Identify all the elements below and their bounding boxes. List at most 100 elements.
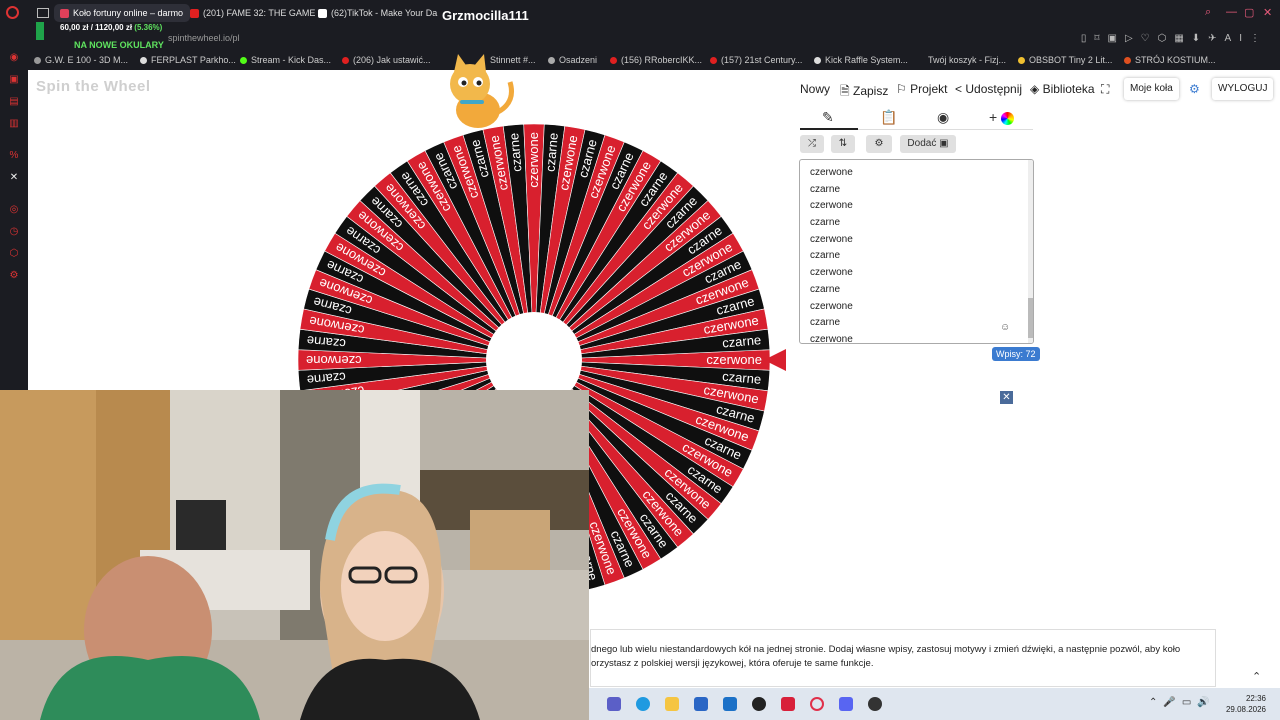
shuffle-button[interactable]: ⤮	[800, 135, 824, 153]
tab-tiktok[interactable]: (62)TikTok - Make Your Da	[312, 4, 446, 22]
sidebar-app-icon[interactable]: ⬡	[8, 248, 20, 260]
tiktok-icon	[318, 9, 327, 19]
add-theme-icon[interactable]: +	[989, 109, 1015, 125]
menu-new[interactable]: Nowy	[800, 82, 830, 96]
donation-progress-icon	[36, 22, 44, 40]
youtube-icon	[610, 57, 617, 65]
bookmark-item[interactable]: OBSBOT Tiny 2 Lit...	[1018, 55, 1112, 65]
description-line: dnego lub wielu niestandardowych kół na …	[591, 644, 1181, 655]
app-icon[interactable]	[868, 697, 882, 711]
sort-button[interactable]: ⇅	[831, 135, 855, 153]
bookmark-item[interactable]: Twój koszyk - Fizj...	[928, 55, 1006, 65]
bookmark-item[interactable]: Kick Raffle System...	[814, 55, 908, 65]
color-wheel-icon	[1001, 111, 1015, 125]
logout-button[interactable]: WYLOGUJ	[1212, 78, 1274, 100]
library-icon: ◈	[1030, 82, 1040, 96]
bookmark-item[interactable]: (156) RRobercIKK...	[610, 55, 702, 65]
webcam-image	[0, 390, 589, 720]
chevron-up-icon[interactable]: ⌃	[1252, 670, 1261, 683]
sidebar-app-icon[interactable]: ▥	[8, 118, 20, 130]
teams-icon[interactable]	[607, 697, 621, 711]
youtube-icon	[342, 57, 349, 65]
windows-taskbar: ⌃🎤▭🔊 22:36 29.08.2026	[589, 688, 1280, 720]
menu-share[interactable]: < Udostępnij	[955, 82, 1022, 96]
sidebar-app-icon[interactable]: ▤	[8, 96, 20, 108]
fullscreen-icon[interactable]: ⛶	[1101, 82, 1109, 97]
wheel-pointer-icon	[764, 349, 786, 371]
bookmark-item[interactable]: (206) Jak ustawić...	[342, 55, 431, 65]
file-explorer-icon[interactable]	[665, 697, 679, 711]
list-item: czerwone	[810, 333, 853, 344]
bookmark-item[interactable]: FERPLAST Parkho...	[140, 55, 236, 65]
avatar-icon[interactable]: ⚙	[1189, 82, 1200, 96]
list-item: czerwone	[810, 233, 853, 245]
list-item: czerwone	[810, 167, 853, 178]
opera-logo-icon[interactable]	[6, 6, 19, 19]
sidebar-app-icon[interactable]: %	[8, 150, 20, 162]
outlook-icon[interactable]	[723, 697, 737, 711]
store-icon[interactable]	[694, 697, 708, 711]
bookmark-item[interactable]: Osadzeni	[548, 55, 597, 65]
address-bar[interactable]: spinthewheel.io/pl ▯⌑▣▷♡⬡▦⬇✈AI⋮	[28, 28, 1280, 50]
edit-pencil-icon[interactable]: ✎	[822, 109, 834, 126]
bookmarks-bar: G.W. E 100 - 3D M... FERPLAST Parkho... …	[28, 50, 1280, 70]
tab-wheel[interactable]: Koło fortuny online – darmo	[54, 4, 190, 22]
bookmark-item[interactable]: G.W. E 100 - 3D M...	[34, 55, 128, 65]
menu-library[interactable]: ◈ Biblioteka	[1030, 82, 1095, 96]
url-text: spinthewheel.io/pl	[168, 33, 240, 43]
edge-icon[interactable]	[636, 697, 650, 711]
settings-icon[interactable]: ⚙	[8, 270, 20, 282]
app-logo[interactable]: Spin the Wheel	[36, 78, 151, 95]
browser-toolbar-icons[interactable]: ▯⌑▣▷♡⬡▦⬇✈AI⋮	[1081, 33, 1268, 44]
hidden-eye-icon[interactable]: ◉	[937, 109, 949, 126]
sidebar-app-icon[interactable]: ◉	[8, 52, 20, 64]
app-icon[interactable]	[781, 697, 795, 711]
tab-fame[interactable]: (201) FAME 32: THE GAME	[184, 4, 318, 22]
tab-list-icon[interactable]	[37, 8, 49, 18]
my-wheels-button[interactable]: Moje koła	[1124, 78, 1179, 100]
close-window-icon[interactable]: ✕	[1263, 6, 1272, 19]
list-item: czerwone	[810, 200, 853, 212]
minimize-icon[interactable]: —	[1226, 6, 1237, 18]
obs-icon[interactable]	[752, 697, 766, 711]
sidebar-app-icon[interactable]: ▣	[8, 74, 20, 86]
system-tray-icons[interactable]: ⌃🎤▭🔊	[1149, 697, 1216, 708]
gear-icon: ⚙	[874, 138, 884, 149]
close-icon[interactable]: ✕	[1000, 391, 1013, 404]
maximize-icon[interactable]: ▢	[1244, 6, 1254, 19]
list-item: czarne	[810, 183, 841, 195]
list-item: czarne	[810, 250, 841, 262]
wheel-segment-label: czerwone	[526, 132, 541, 188]
tab-favicon-icon	[60, 9, 69, 19]
image-icon: ▣	[939, 138, 949, 149]
list-item: czarne	[810, 317, 841, 329]
description-line: orzystasz z polskiej wersji językowej, k…	[591, 658, 874, 669]
add-image-button[interactable]: Dodać ▣	[900, 135, 956, 153]
emoji-icon[interactable]: ☺	[1000, 322, 1010, 333]
sidebar-app-icon[interactable]: ◎	[8, 204, 20, 216]
search-icon[interactable]: ⌕	[1205, 6, 1211, 19]
bookmark-item[interactable]: (157) 21st Century...	[710, 55, 802, 65]
save-icon: 🗎	[840, 84, 850, 98]
menu-project[interactable]: ⚐ Projekt	[896, 82, 947, 96]
history-icon[interactable]: ◷	[8, 226, 20, 238]
entries-textarea[interactable]: czerwone czarne czerwone czarne czerwone…	[799, 159, 1034, 344]
settings-button[interactable]: ⚙	[866, 135, 892, 153]
wheel-segment-label: czerwone	[706, 352, 762, 367]
discord-icon[interactable]	[839, 697, 853, 711]
shuffle-icon: ⤮	[808, 138, 816, 149]
bookmark-item[interactable]: STRÓJ KOSTIUM...	[1124, 55, 1216, 65]
results-clipboard-icon[interactable]: 📋	[880, 109, 897, 126]
list-item: czerwone	[810, 300, 853, 312]
bookmark-icon	[814, 57, 821, 65]
x-twitter-icon[interactable]: ✕	[8, 172, 20, 184]
menu-save[interactable]: 🗎 Zapisz	[840, 82, 888, 103]
wheel-description: dnego lub wielu niestandardowych kół na …	[590, 629, 1216, 687]
list-item: czarne	[810, 283, 841, 295]
bookmark-item[interactable]: Stream - Kick Das...	[240, 55, 331, 65]
stream-title: Grzmocilla111	[442, 8, 529, 23]
opera-icon[interactable]	[810, 697, 824, 711]
taskbar-clock[interactable]: 22:36 29.08.2026	[1226, 693, 1266, 715]
scrollbar-thumb[interactable]	[1028, 298, 1033, 338]
list-item: czarne	[810, 217, 841, 229]
